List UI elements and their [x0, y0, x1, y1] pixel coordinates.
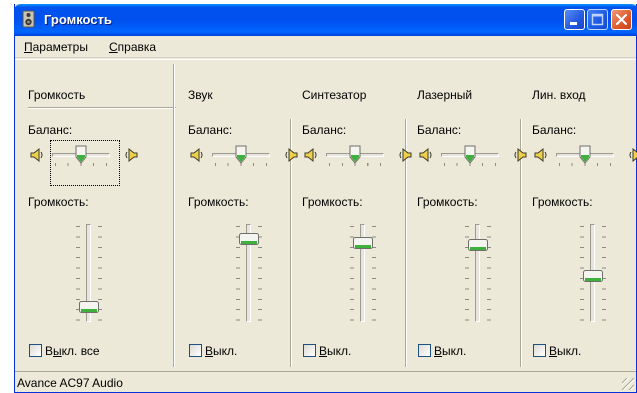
maximize-icon	[591, 13, 604, 26]
mute-label[interactable]: Выкл.	[319, 344, 351, 358]
volume-slider-thumb[interactable]	[468, 239, 488, 252]
menu-separator	[15, 59, 636, 60]
volume-slider[interactable]	[462, 222, 494, 324]
mute-label-hotkey: В	[434, 344, 443, 358]
mute-label-hotkey: ы	[53, 344, 62, 358]
menu-parameters[interactable]: Параметры	[24, 40, 88, 54]
mute-checkbox[interactable]	[303, 344, 316, 357]
volume-slider-thumb[interactable]	[79, 301, 99, 314]
volume-label: Громкость:	[188, 195, 249, 209]
volume-label: Громкость:	[302, 195, 363, 209]
mute-checkbox[interactable]	[29, 344, 42, 357]
speaker-right-icon	[514, 147, 527, 163]
balance-label: Баланс:	[302, 123, 347, 137]
channel-name: Звук	[188, 88, 213, 102]
volume-label: Громкость:	[532, 195, 593, 209]
volume-control-window: Громкость Параметры Справка Громкость Бал…	[14, 4, 637, 393]
speaker-right-icon	[399, 147, 412, 163]
mute-checkbox[interactable]	[533, 344, 546, 357]
balance-label: Баланс:	[28, 123, 73, 137]
mute-label-hotkey: В	[205, 344, 214, 358]
balance-label: Баланс:	[532, 123, 577, 137]
speaker-left-icon	[534, 147, 547, 163]
balance-label: Баланс:	[417, 123, 462, 137]
volume-slider[interactable]	[577, 222, 609, 324]
balance-slider-thumb[interactable]	[75, 145, 87, 164]
balance-slider-thumb[interactable]	[579, 145, 591, 164]
speaker-left-icon	[30, 147, 43, 163]
balance-slider[interactable]	[210, 145, 272, 167]
channel-name: Лин. вход	[532, 88, 586, 102]
mute-label[interactable]: Выкл. все	[45, 344, 100, 358]
balance-slider[interactable]	[439, 145, 501, 167]
mute-label-rest: кл. все	[61, 344, 100, 358]
minimize-button[interactable]	[564, 9, 585, 30]
menu-help[interactable]: Справка	[109, 40, 156, 54]
mute-label-rest: ыкл.	[327, 344, 352, 358]
volume-slider-thumb[interactable]	[353, 236, 373, 249]
channel-name: Синтезатор	[302, 88, 367, 102]
balance-label: Баланс:	[188, 123, 233, 137]
speaker-right-icon	[285, 147, 298, 163]
speaker-right-icon	[125, 147, 138, 163]
mute-checkbox[interactable]	[189, 344, 202, 357]
device-name: Avance AC97 Audio	[17, 376, 123, 390]
mute-label-rest: ыкл.	[442, 344, 467, 358]
volume-slider[interactable]	[73, 222, 105, 324]
speaker-left-icon	[304, 147, 317, 163]
mute-label[interactable]: Выкл.	[205, 344, 237, 358]
speaker-left-icon	[190, 147, 203, 163]
master-header-separator	[28, 107, 176, 109]
balance-slider-thumb[interactable]	[464, 145, 476, 164]
mute-label-hotkey: В	[319, 344, 328, 358]
balance-slider[interactable]	[554, 145, 616, 167]
volume-slider-thumb[interactable]	[583, 269, 603, 282]
resize-grip-icon[interactable]	[622, 378, 634, 390]
balance-slider[interactable]	[324, 145, 386, 167]
channel-name: Громкость	[28, 88, 86, 102]
mute-checkbox[interactable]	[418, 344, 431, 357]
balance-slider[interactable]	[50, 145, 112, 167]
menu-bar: Параметры Справка	[15, 36, 636, 58]
window-title: Громкость	[44, 12, 112, 27]
close-icon	[615, 13, 628, 26]
speaker-app-icon	[22, 10, 35, 28]
volume-label: Громкость:	[28, 195, 89, 209]
volume-label: Громкость:	[417, 195, 478, 209]
title-bar[interactable]: Громкость	[14, 4, 637, 36]
speaker-left-icon	[419, 147, 432, 163]
maximize-button[interactable]	[587, 9, 608, 30]
mute-label[interactable]: Выкл.	[549, 344, 581, 358]
mute-label-rest: ыкл.	[213, 344, 238, 358]
mute-label-hotkey: В	[549, 344, 558, 358]
balance-slider-thumb[interactable]	[235, 145, 247, 164]
mute-label-prefix: В	[45, 344, 54, 358]
mute-label[interactable]: Выкл.	[434, 344, 466, 358]
balance-slider-thumb[interactable]	[349, 145, 361, 164]
minimize-icon	[570, 22, 577, 25]
channel-name: Лазерный	[417, 88, 473, 102]
volume-slider-thumb[interactable]	[239, 232, 259, 245]
status-bar: Avance AC97 Audio	[15, 371, 636, 392]
volume-slider[interactable]	[233, 222, 265, 324]
column-divider	[173, 64, 175, 367]
mute-label-rest: ыкл.	[557, 344, 582, 358]
speaker-right-icon	[629, 147, 637, 163]
volume-slider[interactable]	[347, 222, 379, 324]
close-button[interactable]	[611, 9, 632, 30]
